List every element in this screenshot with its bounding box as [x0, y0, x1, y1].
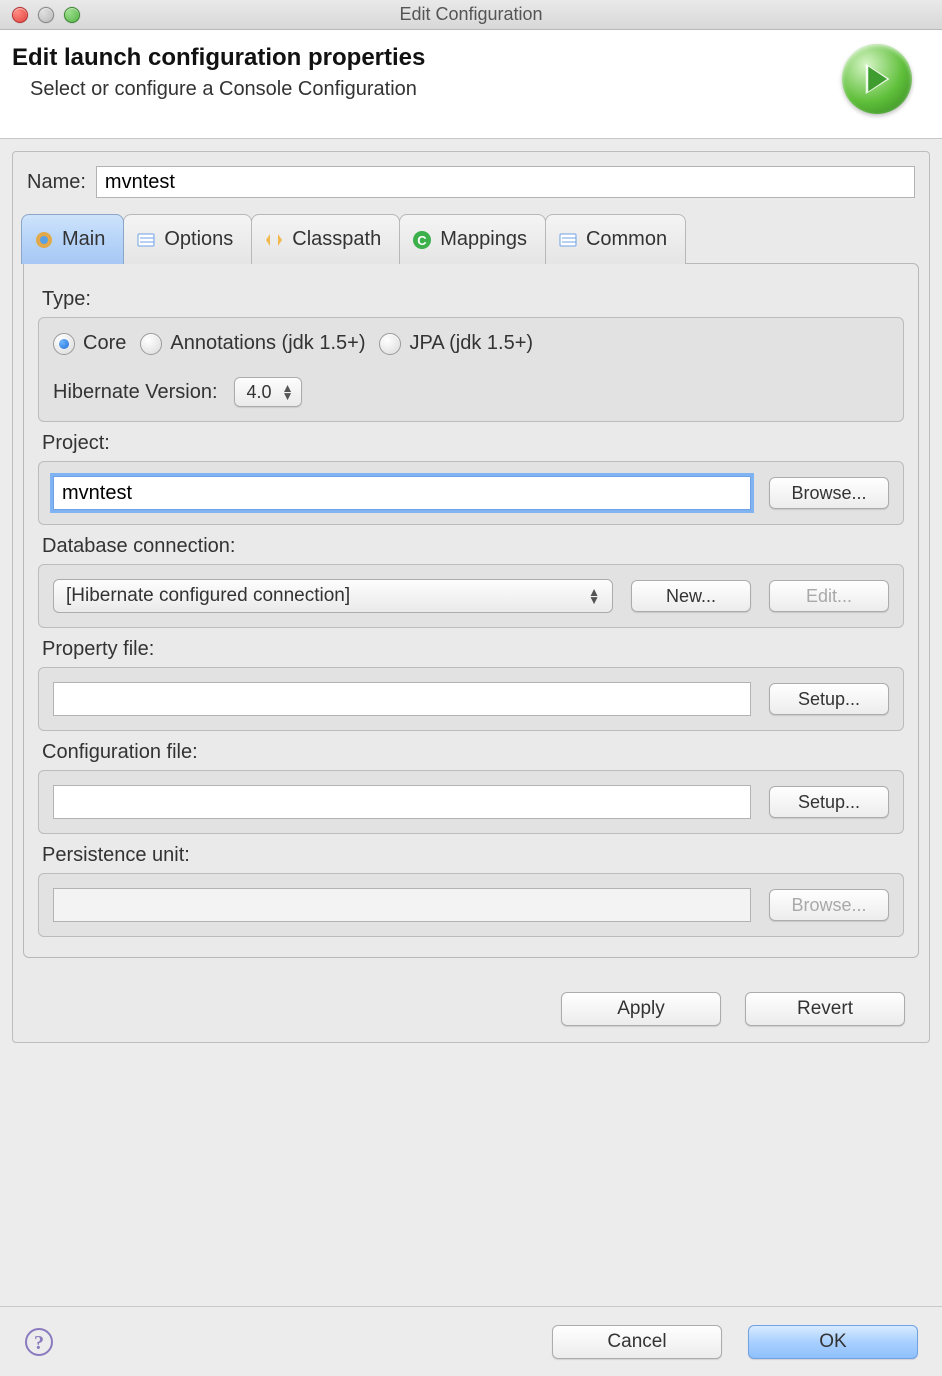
tab-mappings-label: Mappings	[440, 228, 527, 251]
type-group: Core Annotations (jdk 1.5+) JPA (jdk 1.5…	[38, 317, 904, 422]
dialog-header: Edit launch configuration properties Sel…	[0, 30, 942, 139]
name-label: Name:	[27, 171, 86, 194]
radio-core[interactable]: Core	[53, 332, 126, 355]
tab-main[interactable]: Main	[21, 214, 124, 264]
cancel-button[interactable]: Cancel	[552, 1325, 722, 1359]
config-panel: Name: Main Options Classpath	[12, 151, 930, 1043]
propfile-input[interactable]	[53, 682, 751, 716]
radio-core-dot	[53, 333, 75, 355]
dialog-footer: ? Cancel OK	[0, 1306, 942, 1376]
hibernate-version-label: Hibernate Version:	[53, 381, 218, 404]
run-icon	[842, 44, 912, 114]
options-tab-icon	[136, 230, 156, 250]
project-group: Browse...	[38, 461, 904, 525]
tab-bar: Main Options Classpath C Mappings	[21, 212, 921, 264]
dbconn-new-button[interactable]: New...	[631, 580, 751, 612]
radio-core-label: Core	[83, 332, 126, 355]
zoom-window-icon[interactable]	[64, 7, 80, 23]
tab-common-label: Common	[586, 228, 667, 251]
main-tab-icon	[34, 230, 54, 250]
punit-input	[53, 888, 751, 922]
window-controls	[0, 7, 80, 23]
hibernate-version-combo[interactable]: 4.0 ▲▼	[234, 377, 303, 407]
header-title: Edit launch configuration properties	[12, 44, 425, 72]
propfile-label: Property file:	[42, 638, 902, 661]
ok-button[interactable]: OK	[748, 1325, 918, 1359]
tab-common[interactable]: Common	[545, 214, 686, 264]
project-browse-button[interactable]: Browse...	[769, 477, 889, 509]
radio-annotations[interactable]: Annotations (jdk 1.5+)	[140, 332, 365, 355]
dbconn-select[interactable]: [Hibernate configured connection] ▲▼	[53, 579, 613, 613]
tab-mappings[interactable]: C Mappings	[399, 214, 546, 264]
select-arrows-icon: ▲▼	[588, 588, 600, 604]
radio-annotations-label: Annotations (jdk 1.5+)	[170, 332, 365, 355]
dbconn-label: Database connection:	[42, 535, 902, 558]
minimize-window-icon	[38, 7, 54, 23]
type-label: Type:	[42, 288, 902, 311]
dbconn-group: [Hibernate configured connection] ▲▼ New…	[38, 564, 904, 628]
cfgfile-setup-button[interactable]: Setup...	[769, 786, 889, 818]
cfgfile-group: Setup...	[38, 770, 904, 834]
radio-jpa[interactable]: JPA (jdk 1.5+)	[379, 332, 533, 355]
stepper-arrows-icon: ▲▼	[282, 384, 294, 400]
project-input[interactable]	[53, 476, 751, 510]
help-icon[interactable]: ?	[24, 1327, 54, 1357]
tab-classpath[interactable]: Classpath	[251, 214, 400, 264]
radio-jpa-dot	[379, 333, 401, 355]
cfgfile-label: Configuration file:	[42, 741, 902, 764]
common-tab-icon	[558, 230, 578, 250]
apply-button[interactable]: Apply	[561, 992, 721, 1026]
radio-jpa-label: JPA (jdk 1.5+)	[409, 332, 533, 355]
revert-button[interactable]: Revert	[745, 992, 905, 1026]
propfile-group: Setup...	[38, 667, 904, 731]
punit-group: Browse...	[38, 873, 904, 937]
name-input[interactable]	[96, 166, 915, 198]
mappings-tab-icon: C	[412, 230, 432, 250]
radio-annotations-dot	[140, 333, 162, 355]
window-title: Edit Configuration	[0, 4, 942, 25]
propfile-setup-button[interactable]: Setup...	[769, 683, 889, 715]
svg-text:?: ?	[34, 1332, 44, 1354]
tab-options-label: Options	[164, 228, 233, 251]
classpath-tab-icon	[264, 230, 284, 250]
titlebar: Edit Configuration	[0, 0, 942, 30]
close-window-icon[interactable]	[12, 7, 28, 23]
punit-browse-button: Browse...	[769, 889, 889, 921]
svg-text:C: C	[418, 233, 428, 248]
tab-main-label: Main	[62, 228, 105, 251]
project-label: Project:	[42, 432, 902, 455]
hibernate-version-value: 4.0	[247, 382, 272, 403]
tab-classpath-label: Classpath	[292, 228, 381, 251]
tab-options[interactable]: Options	[123, 214, 252, 264]
header-subtitle: Select or configure a Console Configurat…	[30, 78, 425, 101]
punit-label: Persistence unit:	[42, 844, 902, 867]
cfgfile-input[interactable]	[53, 785, 751, 819]
tab-main-content: Type: Core Annotations (jdk 1.5+) JPA (j…	[23, 263, 919, 958]
dbconn-value: [Hibernate configured connection]	[66, 585, 350, 607]
dbconn-edit-button: Edit...	[769, 580, 889, 612]
